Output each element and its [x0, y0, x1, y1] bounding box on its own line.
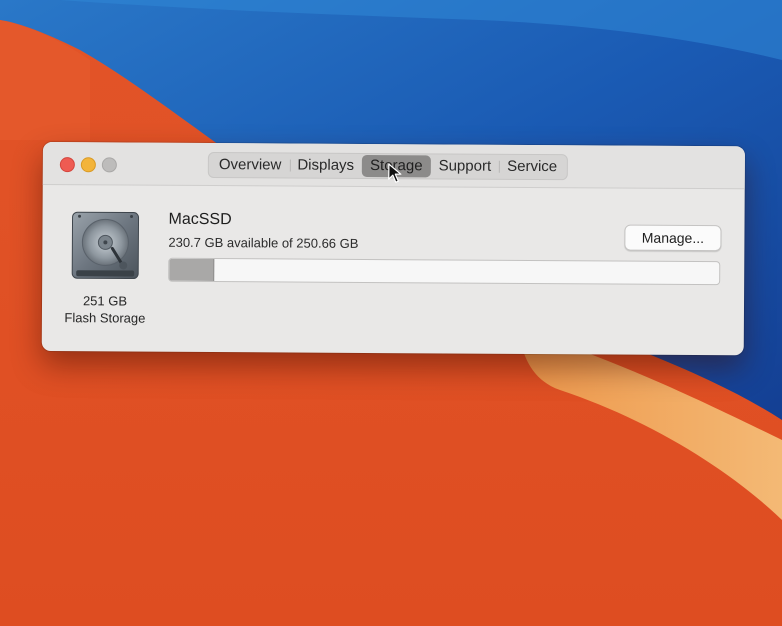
- minimize-window-button[interactable]: [80, 157, 96, 173]
- storage-usage-bar: [168, 257, 721, 286]
- mouse-pointer-icon: [388, 163, 402, 183]
- hard-drive-icon: [71, 211, 140, 280]
- tab-displays[interactable]: Displays: [289, 155, 362, 177]
- about-this-mac-window: Overview Displays Storage Support Servic…: [41, 142, 745, 356]
- close-window-button[interactable]: [59, 157, 75, 173]
- volume-available-text: 230.7 GB available of 250.66 GB: [168, 234, 359, 251]
- disk-caption: 251 GB Flash Storage: [52, 292, 158, 327]
- disk-capacity-label: 251 GB: [82, 293, 128, 309]
- tab-overview[interactable]: Overview: [211, 154, 290, 176]
- volume-name: MacSSD: [168, 210, 232, 229]
- window-titlebar: Overview Displays Storage Support Servic…: [42, 142, 745, 190]
- zoom-window-button[interactable]: [101, 157, 117, 173]
- disk-type-label: Flash Storage: [64, 310, 146, 326]
- tab-service[interactable]: Service: [499, 156, 565, 178]
- storage-used-segment: [169, 258, 215, 282]
- manage-button[interactable]: Manage...: [624, 224, 722, 252]
- tab-support[interactable]: Support: [431, 155, 500, 177]
